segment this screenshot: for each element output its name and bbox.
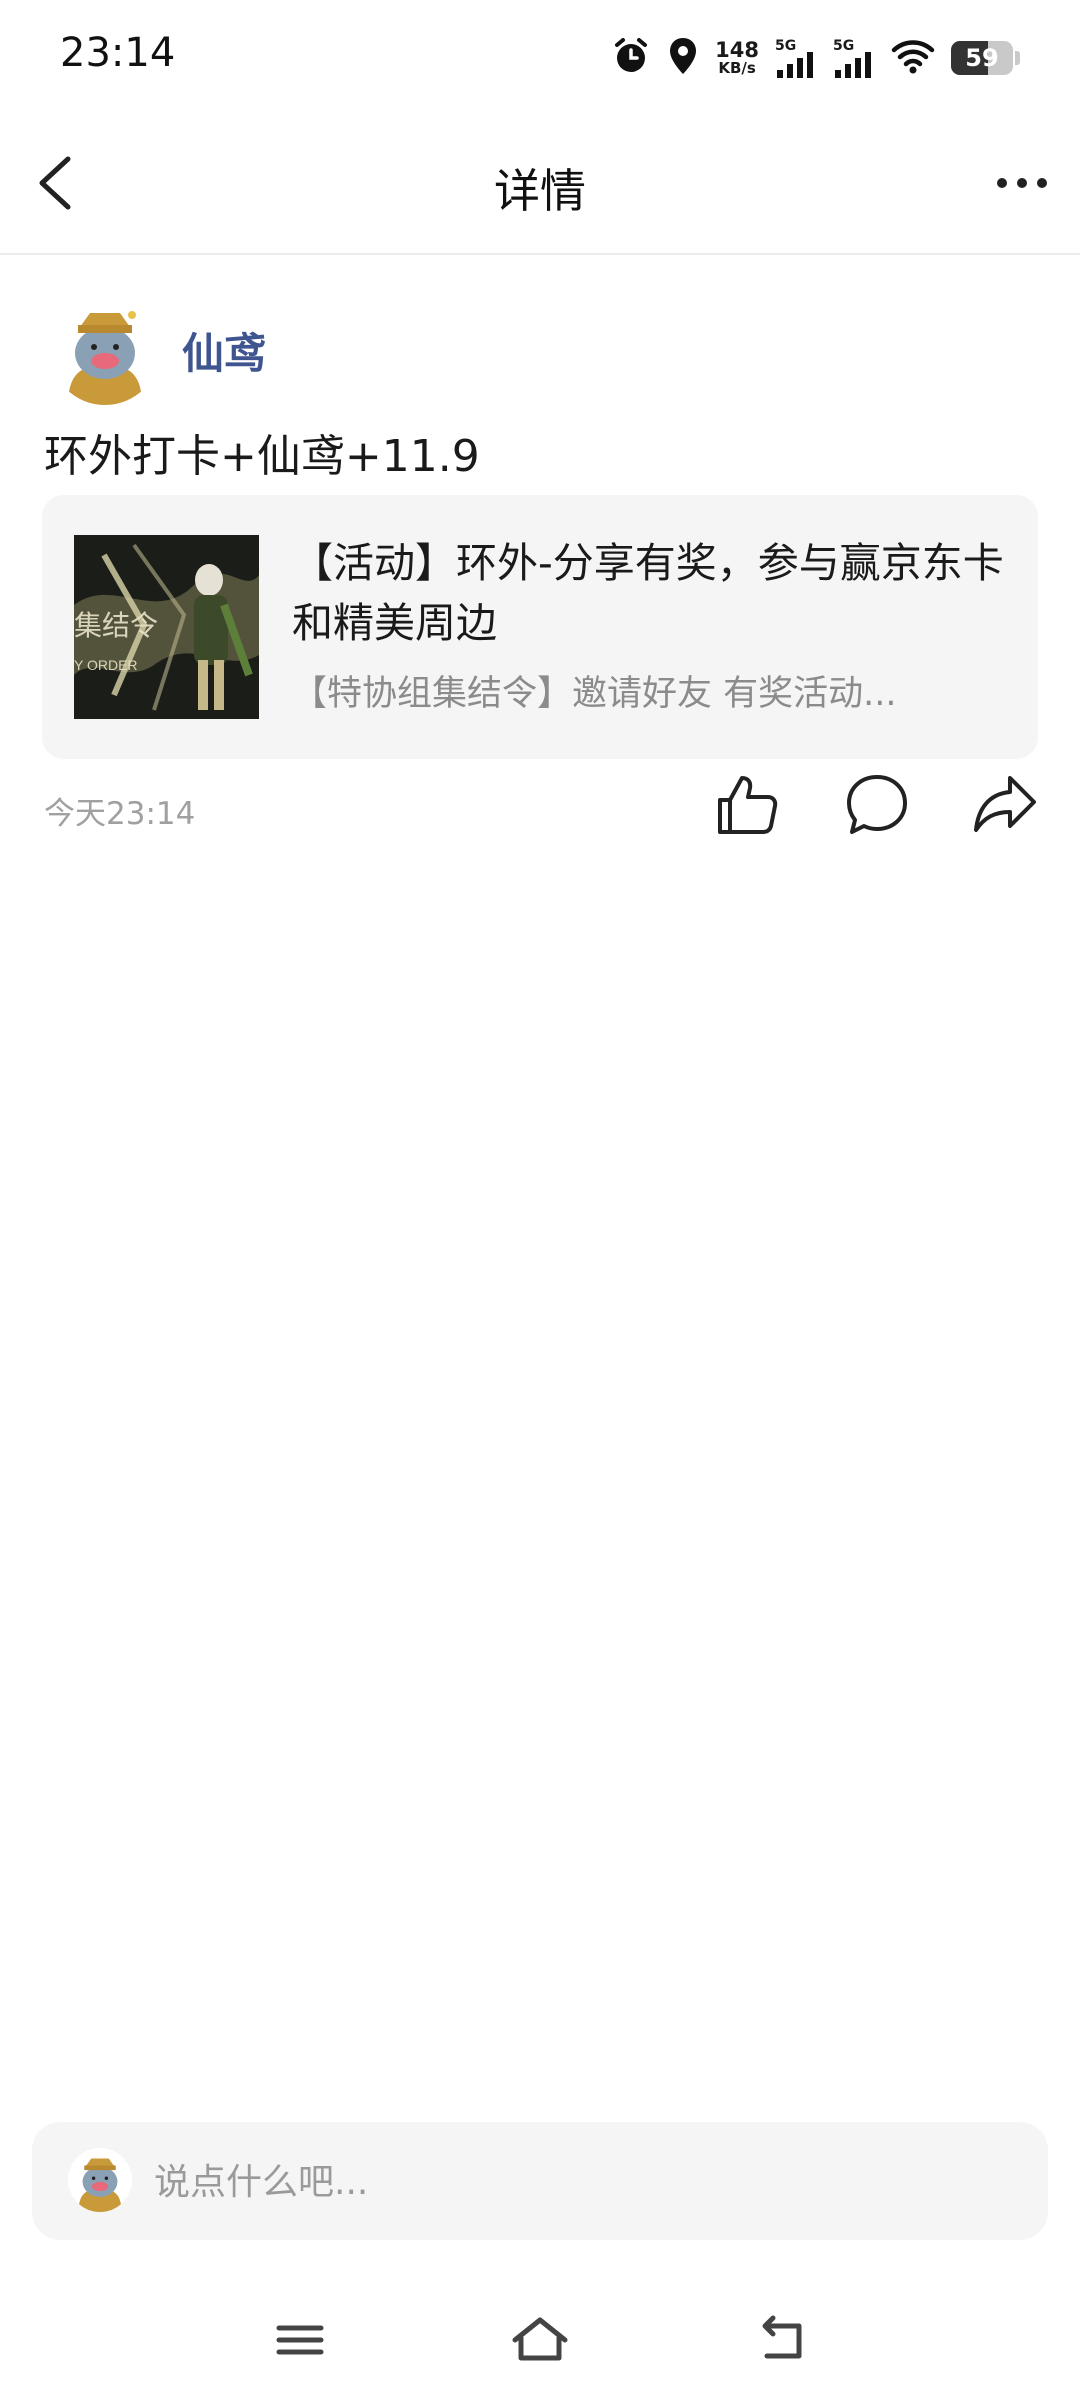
- author-name[interactable]: 仙鸢: [182, 320, 266, 381]
- avatar: [68, 2148, 132, 2212]
- svg-text:集结令: 集结令: [74, 610, 158, 641]
- svg-text:Y ORDER: Y ORDER: [74, 657, 138, 673]
- share-icon[interactable]: [970, 770, 1040, 840]
- comment-icon[interactable]: [842, 770, 912, 840]
- comment-bar: [32, 2122, 1048, 2240]
- alarm-icon: [611, 36, 651, 80]
- card-thumbnail: 集结令 Y ORDER: [74, 535, 259, 719]
- system-nav-bar: [0, 2290, 1080, 2400]
- location-icon: [667, 36, 699, 80]
- post-timestamp: 今天23:14: [44, 796, 196, 832]
- avatar[interactable]: [50, 295, 160, 405]
- top-nav-bar: 详情: [0, 115, 1080, 255]
- home-icon[interactable]: [505, 2310, 575, 2370]
- battery-tip: [1015, 51, 1020, 65]
- battery-icon: 59: [951, 41, 1013, 75]
- network-speed: 148 KB/s: [715, 40, 759, 76]
- comment-input[interactable]: [152, 2150, 1006, 2214]
- card-title: 【活动】环外-分享有奖，参与赢京东卡和精美周边: [292, 539, 1004, 647]
- shared-activity-card[interactable]: 集结令 Y ORDER 【活动】环外-分享有奖，参与赢京东卡和精美周边 【特协组…: [42, 495, 1038, 759]
- status-bar: 23:14 148 KB/s 5G 5G 59: [0, 0, 1080, 115]
- status-icons: 148 KB/s 5G 5G 59: [611, 34, 1020, 82]
- status-time: 23:14: [60, 30, 176, 76]
- post-text: 环外打卡+仙鸢+11.9: [44, 431, 480, 482]
- like-icon[interactable]: [712, 770, 782, 840]
- post-author[interactable]: 仙鸢: [50, 295, 266, 405]
- wifi-icon: [891, 38, 935, 78]
- network-speed-value: 148: [715, 38, 759, 62]
- network-speed-unit: KB/s: [718, 59, 756, 77]
- battery-level: 59: [965, 44, 999, 72]
- more-horizontal-icon[interactable]: [992, 165, 1052, 201]
- menu-icon[interactable]: [265, 2310, 335, 2370]
- back-icon[interactable]: [745, 2310, 815, 2370]
- signal-icon: 5G: [775, 38, 817, 78]
- page-title: 详情: [494, 164, 586, 218]
- signal-icon: 5G: [833, 38, 875, 78]
- card-description: 【特协组集结令】邀请好友 有奖活动...: [292, 674, 897, 714]
